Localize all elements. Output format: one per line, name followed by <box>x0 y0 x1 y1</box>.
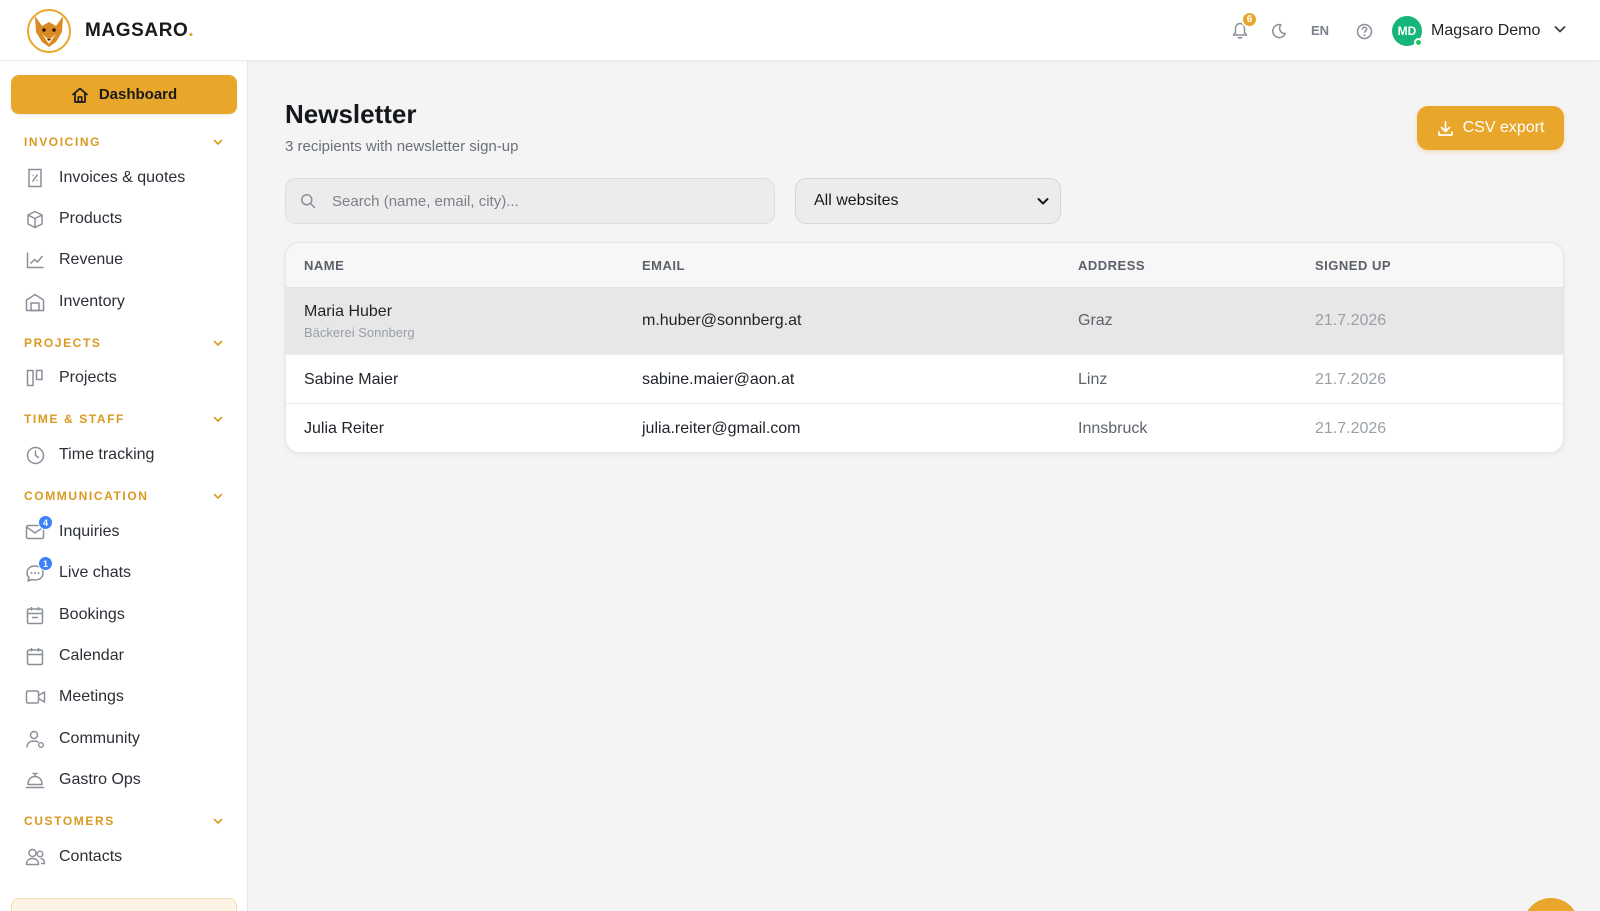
mail-icon: 4 <box>24 515 53 543</box>
community-icon <box>24 728 46 750</box>
video-camera-icon <box>24 686 46 708</box>
chevron-down-icon <box>212 413 224 425</box>
clock-icon <box>24 444 46 466</box>
search-icon <box>300 192 318 210</box>
dashboard-button[interactable]: Dashboard <box>11 75 237 114</box>
section-projects[interactable]: PROJECTS <box>24 334 224 352</box>
recipients-table: NAME EMAIL ADDRESS SIGNED UP Maria Huber… <box>285 242 1564 453</box>
language-switcher[interactable]: EN <box>1311 23 1329 38</box>
sidebar-item-bookings[interactable]: Bookings <box>24 601 234 629</box>
row-email: m.huber@sonnberg.at <box>642 312 802 329</box>
row-signed-up: 21.7.2026 <box>1315 312 1387 329</box>
row-email: sabine.maier@aon.at <box>642 371 795 388</box>
fox-logo-icon[interactable] <box>26 8 72 54</box>
top-bar: MAGSARO. 6 EN MD Magsaro Demo <box>0 0 1600 61</box>
sidebar-item-products[interactable]: Products <box>24 205 234 233</box>
website-filter-select[interactable]: All websites <box>795 178 1061 224</box>
sidebar-item-invoices[interactable]: Invoices & quotes <box>24 164 234 192</box>
row-address: Graz <box>1078 312 1113 329</box>
chevron-down-icon <box>212 815 224 827</box>
calendar-icon <box>24 645 46 667</box>
dashboard-label: Dashboard <box>98 86 178 103</box>
kanban-icon <box>24 367 46 389</box>
chevron-down-icon <box>212 337 224 349</box>
users-icon <box>24 846 46 868</box>
home-icon <box>71 86 89 104</box>
row-company: Bäckerei Sonnberg <box>304 325 415 340</box>
chevron-down-icon <box>212 490 224 502</box>
moon-icon[interactable] <box>1269 21 1289 41</box>
search-field[interactable] <box>285 178 775 224</box>
row-email: julia.reiter@gmail.com <box>642 420 801 437</box>
chat-bubble-icon: 1 <box>24 556 53 584</box>
brand-name: MAGSARO. <box>85 20 195 41</box>
chevron-down-icon <box>1036 194 1050 208</box>
column-header-email[interactable]: EMAIL <box>642 258 685 273</box>
sidebar: Dashboard INVOICING Invoices & quotes Pr… <box>0 61 248 911</box>
section-invoicing[interactable]: INVOICING <box>24 133 224 151</box>
row-signed-up: 21.7.2026 <box>1315 371 1387 388</box>
sidebar-item-projects[interactable]: Projects <box>24 364 234 392</box>
sidebar-item-gastro-ops[interactable]: Gastro Ops <box>24 766 234 794</box>
chevron-down-icon[interactable] <box>1553 22 1567 41</box>
sidebar-item-active-partial[interactable] <box>11 898 237 911</box>
csv-export-label: CSV export <box>1462 119 1545 136</box>
box-icon <box>24 208 46 230</box>
sidebar-item-time-tracking[interactable]: Time tracking <box>24 441 234 469</box>
column-header-name[interactable]: NAME <box>304 258 344 273</box>
column-header-signed-up[interactable]: SIGNED UP <box>1315 258 1391 273</box>
csv-export-button[interactable]: CSV export <box>1417 106 1564 150</box>
row-address: Innsbruck <box>1078 420 1148 437</box>
sidebar-item-community[interactable]: Community <box>24 725 234 753</box>
row-name: Julia Reiter <box>304 420 385 437</box>
page-subtitle: 3 recipients with newsletter sign-up <box>285 138 519 155</box>
user-name[interactable]: Magsaro Demo <box>1431 22 1540 40</box>
sidebar-item-inventory[interactable]: Inventory <box>24 288 234 316</box>
table-row[interactable]: Julia Reiter julia.reiter@gmail.com Inns… <box>286 404 1563 452</box>
row-name: Maria Huber <box>304 303 393 320</box>
main-content: Newsletter 3 recipients with newsletter … <box>249 61 1600 911</box>
search-input[interactable] <box>332 192 752 210</box>
table-row[interactable]: Maria Huber Bäckerei Sonnberg m.huber@so… <box>286 288 1563 355</box>
section-time-staff[interactable]: TIME & STAFF <box>24 410 224 428</box>
sidebar-item-revenue[interactable]: Revenue <box>24 246 234 274</box>
help-icon[interactable] <box>1354 21 1374 41</box>
website-filter-value: All websites <box>814 192 899 209</box>
row-name: Sabine Maier <box>304 371 399 388</box>
receipt-icon <box>24 167 46 189</box>
section-customers[interactable]: CUSTOMERS <box>24 812 224 830</box>
download-icon <box>1437 120 1454 137</box>
sidebar-item-calendar[interactable]: Calendar <box>24 642 234 670</box>
notification-badge: 6 <box>1241 11 1258 28</box>
online-status-dot <box>1414 38 1423 47</box>
sidebar-item-live-chats[interactable]: 1 Live chats <box>24 556 234 587</box>
page-title: Newsletter <box>285 99 417 129</box>
chevron-down-icon <box>212 136 224 148</box>
line-chart-icon <box>24 249 46 271</box>
service-bell-icon <box>24 769 46 791</box>
sidebar-item-meetings[interactable]: Meetings <box>24 683 234 711</box>
table-header: NAME EMAIL ADDRESS SIGNED UP <box>286 243 1563 288</box>
row-address: Linz <box>1078 371 1108 388</box>
inquiries-badge: 4 <box>38 515 53 530</box>
section-communication[interactable]: COMMUNICATION <box>24 487 224 505</box>
sidebar-item-inquiries[interactable]: 4 Inquiries <box>24 515 234 546</box>
row-signed-up: 21.7.2026 <box>1315 420 1387 437</box>
table-row[interactable]: Sabine Maier sabine.maier@aon.at Linz 21… <box>286 355 1563 404</box>
calendar-check-icon <box>24 604 46 626</box>
warehouse-icon <box>24 291 46 313</box>
column-header-address[interactable]: ADDRESS <box>1078 258 1145 273</box>
live-chats-badge: 1 <box>38 556 53 571</box>
sidebar-item-contacts[interactable]: Contacts <box>24 843 234 871</box>
